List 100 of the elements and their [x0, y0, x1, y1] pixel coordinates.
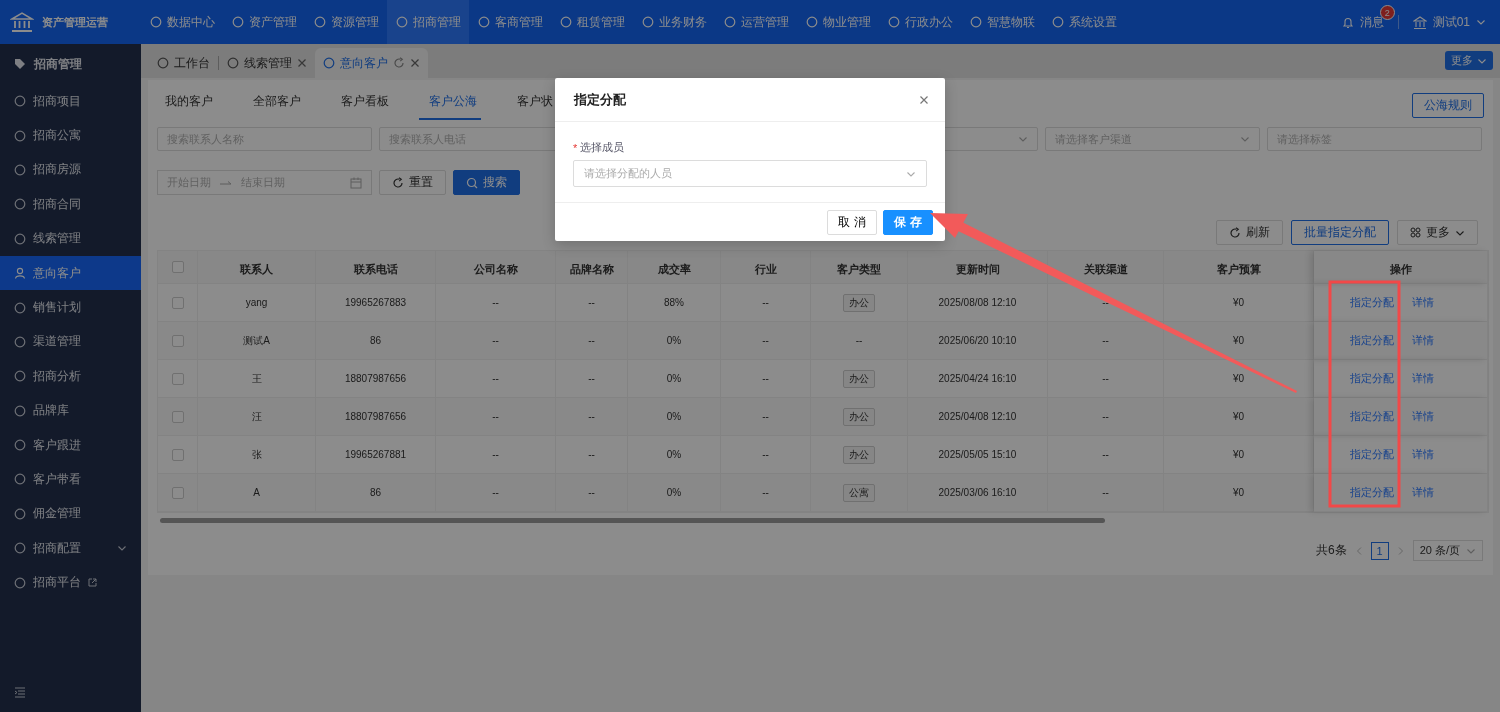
circle-icon — [14, 232, 26, 245]
checkbox[interactable] — [171, 372, 184, 385]
cancel-button[interactable]: 取 消 — [827, 209, 877, 235]
circle-icon — [157, 57, 169, 69]
checkbox[interactable] — [171, 296, 184, 309]
more-button[interactable]: 更多 — [1445, 51, 1493, 70]
table-cell: 18807987656 — [316, 398, 436, 436]
nav-item[interactable]: 业务财务 — [633, 0, 715, 44]
details-link[interactable]: 详情 — [1412, 295, 1434, 310]
details-link[interactable]: 详情 — [1412, 409, 1434, 424]
chevron-down-icon — [1240, 134, 1250, 144]
table-cell: ¥0 — [1164, 474, 1314, 512]
circle-icon — [14, 370, 26, 383]
column-header: 客户类型 — [811, 251, 908, 284]
details-link[interactable]: 详情 — [1412, 485, 1434, 500]
table-cell: 2025/06/20 10:10 — [908, 322, 1048, 360]
page-tab[interactable]: 工作台 — [149, 48, 218, 78]
checkbox[interactable] — [171, 334, 184, 347]
sidebar-item[interactable]: 招商平台 — [0, 565, 141, 600]
sidebar-item[interactable]: 渠道管理 — [0, 324, 141, 360]
sub-tab[interactable]: 客户看板 — [333, 80, 421, 122]
assign-link[interactable]: 指定分配 — [1350, 295, 1394, 310]
nav-item[interactable]: 招商管理 — [387, 0, 469, 44]
search-button[interactable]: 搜索 — [453, 170, 520, 195]
checkbox[interactable] — [171, 486, 184, 499]
assign-link[interactable]: 指定分配 — [1350, 371, 1394, 386]
table-cell: -- — [556, 322, 628, 360]
nav-item[interactable]: 智慧物联 — [961, 0, 1043, 44]
checkbox[interactable] — [171, 261, 184, 273]
table-cell: ¥0 — [1164, 322, 1314, 360]
refresh-icon — [1229, 226, 1241, 239]
nav-item[interactable]: 数据中心 — [141, 0, 223, 44]
checkbox[interactable] — [171, 410, 184, 423]
sidebar-item[interactable]: 招商合同 — [0, 187, 141, 222]
assign-link[interactable]: 指定分配 — [1350, 447, 1394, 462]
sidebar-item[interactable]: 线索管理 — [0, 221, 141, 256]
dialog-title: 指定分配 — [574, 90, 626, 109]
sub-tab[interactable]: 我的客户 — [157, 80, 245, 122]
nav-item[interactable]: 资产管理 — [223, 0, 305, 44]
calendar-icon — [350, 176, 362, 189]
details-link[interactable]: 详情 — [1412, 447, 1434, 462]
save-button[interactable]: 保 存 — [883, 209, 933, 235]
search-icon — [466, 176, 478, 189]
nav-item[interactable]: 物业管理 — [797, 0, 879, 44]
sidebar-item[interactable]: 招商分析 — [0, 359, 141, 394]
sub-tab[interactable]: 客户公海 — [421, 80, 509, 122]
reset-button[interactable]: 重置 — [379, 170, 446, 195]
refresh-icon — [393, 57, 405, 69]
sidebar-item[interactable]: 佣金管理 — [0, 496, 141, 532]
details-link[interactable]: 详情 — [1412, 333, 1434, 348]
scrollbar-thumb[interactable] — [160, 518, 1105, 523]
sidebar-item[interactable]: 客户跟进 — [0, 427, 141, 463]
sidebar-item[interactable]: 客户带看 — [0, 462, 141, 497]
nav-item[interactable]: 系统设置 — [1043, 0, 1125, 44]
sidebar-item[interactable]: 招商房源 — [0, 152, 141, 188]
circle-icon — [395, 16, 408, 28]
bank-icon — [10, 11, 34, 33]
grid-icon — [1410, 227, 1421, 238]
sidebar-item[interactable]: 招商公寓 — [0, 118, 141, 153]
page-tab[interactable]: 意向客户 — [315, 48, 428, 78]
nav-item[interactable]: 客商管理 — [469, 0, 551, 44]
column-header: 行业 — [721, 251, 811, 284]
nav-item[interactable]: 租赁管理 — [551, 0, 633, 44]
sub-tab[interactable]: 全部客户 — [245, 80, 333, 122]
column-header: 品牌名称 — [556, 251, 628, 284]
page-number[interactable]: 1 — [1370, 541, 1389, 560]
refresh-button[interactable]: 刷新 — [1216, 220, 1283, 245]
table-cell: -- — [1048, 322, 1164, 360]
page-size-select[interactable]: 20 条/页 — [1412, 540, 1483, 561]
refresh-icon — [392, 176, 404, 189]
assign-link[interactable]: 指定分配 — [1350, 333, 1394, 348]
nav-item[interactable]: 运营管理 — [715, 0, 797, 44]
sidebar-item[interactable]: 意向客户 — [0, 255, 141, 291]
details-link[interactable]: 详情 — [1412, 371, 1434, 386]
member-select[interactable]: 请选择分配的人员 — [573, 160, 927, 187]
total-count: 共6条 — [1315, 542, 1347, 559]
column-header: 更新时间 — [908, 251, 1048, 284]
circle-icon — [14, 576, 26, 589]
column-header: 操作 — [1314, 251, 1488, 284]
close-icon — [919, 94, 929, 105]
page-tab[interactable]: 线索管理 — [219, 48, 315, 78]
column-header: 联系电话 — [316, 251, 436, 284]
more-button[interactable]: 更多 — [1397, 220, 1478, 245]
rules-button[interactable]: 公海规则 — [1412, 92, 1484, 118]
type-tag: 办公 — [843, 293, 875, 312]
column-header: 客户预算 — [1164, 251, 1314, 284]
nav-item[interactable]: 资源管理 — [305, 0, 387, 44]
close-button[interactable] — [919, 94, 929, 105]
sidebar-item[interactable]: 销售计划 — [0, 290, 141, 325]
circle-icon — [723, 16, 736, 28]
sidebar-item[interactable]: 招商配置 — [0, 531, 141, 566]
sidebar-item[interactable]: 品牌库 — [0, 393, 141, 428]
assign-link[interactable]: 指定分配 — [1350, 409, 1394, 424]
nav-item[interactable]: 行政办公 — [879, 0, 961, 44]
user-menu[interactable]: 测试01 — [1412, 13, 1486, 31]
sidebar-item[interactable]: 招商项目 — [0, 84, 141, 119]
circle-icon — [477, 16, 490, 28]
checkbox[interactable] — [171, 448, 184, 461]
assign-link[interactable]: 指定分配 — [1350, 485, 1394, 500]
batch-assign-button[interactable]: 批量指定分配 — [1291, 220, 1389, 245]
